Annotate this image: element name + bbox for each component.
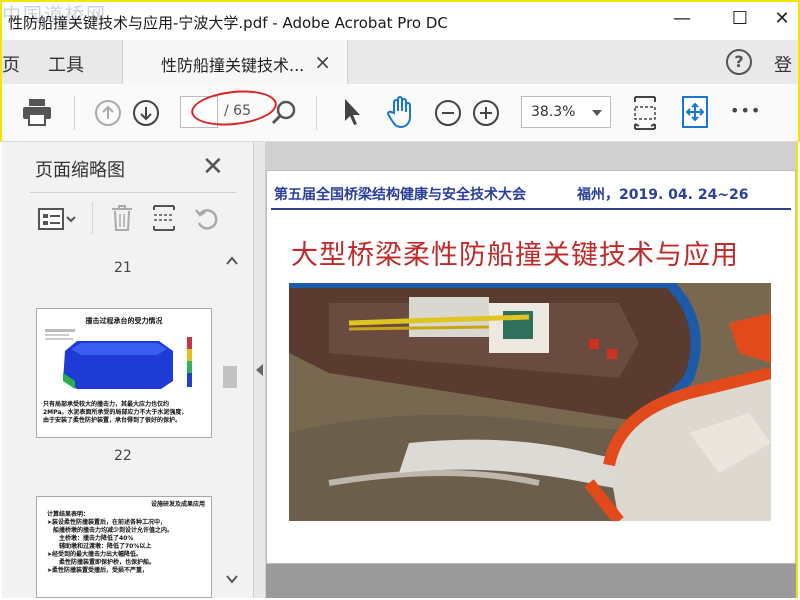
zoom-level-value: 38.3% <box>531 104 576 120</box>
stress-contour-figure <box>45 329 192 389</box>
toolbar-separator <box>74 96 75 130</box>
tab-document[interactable]: 性防船撞关键技术... × <box>122 40 348 84</box>
sign-in-link[interactable]: 登 <box>774 51 792 77</box>
tab-tools[interactable]: 工具 <box>48 51 84 77</box>
document-tab-label: 性防船撞关键技术... <box>161 56 305 75</box>
scroll-up-icon[interactable] <box>226 256 238 266</box>
thumbnail-options-icon[interactable] <box>38 208 76 230</box>
more-icon[interactable]: ••• <box>730 101 761 120</box>
previous-page-icon[interactable] <box>94 99 122 127</box>
thumbnail-line: ➤装设柔性防撞装置后，在前述各种工况中， <box>47 519 167 526</box>
thumbnail-line: 计算结果表明： <box>47 511 90 518</box>
insert-page-icon[interactable] <box>152 204 176 232</box>
thumbnail-heading: 撞击过程承台的受力情况 <box>85 317 163 325</box>
toolbar-separator <box>316 96 317 130</box>
thumbnail-line: ➤经受到的最大撞击力出大幅降低。 <box>47 551 143 558</box>
page-thumbnail-22[interactable]: 设施研发及成果应用 计算结果表明： ➤装设柔性防撞装置后，在前述各种工况中， 船… <box>36 496 212 598</box>
help-icon[interactable]: ? <box>726 49 752 75</box>
conference-name: 第五届全国桥梁结构健康与安全技术大会 <box>274 187 526 203</box>
thumbnail-page-number: 22 <box>114 448 132 464</box>
panel-separator <box>92 202 93 234</box>
window-titlebar: 中国道桥网 性防船撞关键技术与应用-宁波大学.pdf - Adobe Acrob… <box>0 0 800 40</box>
collapse-panel-icon[interactable] <box>256 364 263 376</box>
thumbnail-scrollbar-thumb[interactable] <box>223 366 237 388</box>
zoom-level-select[interactable]: 38.3% <box>521 96 611 128</box>
document-view[interactable]: 第五届全国桥梁结构健康与安全技术大会 福州，2019. 04. 24~26 大型… <box>266 142 798 598</box>
thumbnail-heading: 设施研发及成果应用 <box>150 501 205 508</box>
panel-title: 页面缩略图 <box>35 160 125 181</box>
close-window-button[interactable]: ✕ <box>762 8 800 36</box>
thumbnail-caption: 由于安装了柔性防护装置，承台得到了很好的保护。 <box>43 417 182 424</box>
fit-page-icon[interactable] <box>632 95 658 131</box>
thumbnail-line: 船撞桥墩的撞击力均减少到设计允许值之内。 <box>53 527 174 534</box>
tab-bar: 页 工具 性防船撞关键技术... × ? 登 <box>0 40 800 84</box>
delete-page-icon[interactable] <box>110 204 134 232</box>
next-page-edge <box>266 564 796 598</box>
zoom-out-icon[interactable] <box>434 99 462 127</box>
close-tab-icon[interactable]: × <box>314 50 331 74</box>
panel-close-icon[interactable]: ✕ <box>202 152 224 182</box>
rotate-page-icon[interactable] <box>194 206 220 232</box>
thumbnail-line: 辅助墩和过渡墩：降低了70%以上 <box>59 543 152 550</box>
hand-tool-icon[interactable] <box>386 95 416 129</box>
thumbnail-caption: 只有局部承受较大的撞击力，其最大应力也仅约 <box>43 401 170 408</box>
print-icon[interactable] <box>22 98 52 126</box>
ship-collision-photo <box>289 283 771 521</box>
window-title: 性防船撞关键技术与应用-宁波大学.pdf - Adobe Acrobat Pro… <box>8 14 448 32</box>
scroll-down-icon[interactable] <box>226 574 238 584</box>
slide-title: 大型桥梁柔性防船撞关键技术与应用 <box>291 240 739 271</box>
zoom-in-icon[interactable] <box>472 99 500 127</box>
next-page-icon[interactable] <box>132 99 160 127</box>
thumbnail-page-number: 21 <box>114 260 132 276</box>
panel-divider <box>30 192 236 193</box>
conference-header: 第五届全国桥梁结构健康与安全技术大会 福州，2019. 04. 24~26 <box>271 178 791 210</box>
rotate-view-icon[interactable] <box>682 96 708 128</box>
minimize-button[interactable]: — <box>662 8 702 36</box>
thumbnail-line: 主桥墩：撞击力降低了40% <box>59 535 134 542</box>
maximize-button[interactable]: ☐ <box>720 8 760 36</box>
page-thumbnail-21[interactable]: 撞击过程承台的受力情况 只有局部承受较大的撞击力，其最大应力也仅约 2MPa。水… <box>36 308 212 438</box>
tab-home[interactable]: 页 <box>2 51 20 77</box>
thumbnail-line: ➤柔性防撞装置受撞后，受损不严重， <box>47 567 149 574</box>
thumbnail-caption: 2MPa。水泥表面所承受的局部应力不大于水泥强度， <box>43 409 188 416</box>
chevron-down-icon <box>592 110 602 116</box>
main-toolbar: / 65 38.3% ••• <box>0 84 800 142</box>
page-thumbnails-panel: 页面缩略图 ✕ 21 撞击过程承台的受力情况 只有局部承受较大的撞击力，其最大应… <box>2 142 254 598</box>
thumbnail-line: 柔性防撞装置即保护桥，也保护船。 <box>59 559 156 566</box>
conference-date: 福州，2019. 04. 24~26 <box>577 187 749 203</box>
pdf-page: 第五届全国桥梁结构健康与安全技术大会 福州，2019. 04. 24~26 大型… <box>266 170 796 564</box>
select-arrow-icon[interactable] <box>342 97 362 127</box>
panel-splitter[interactable] <box>254 142 266 598</box>
